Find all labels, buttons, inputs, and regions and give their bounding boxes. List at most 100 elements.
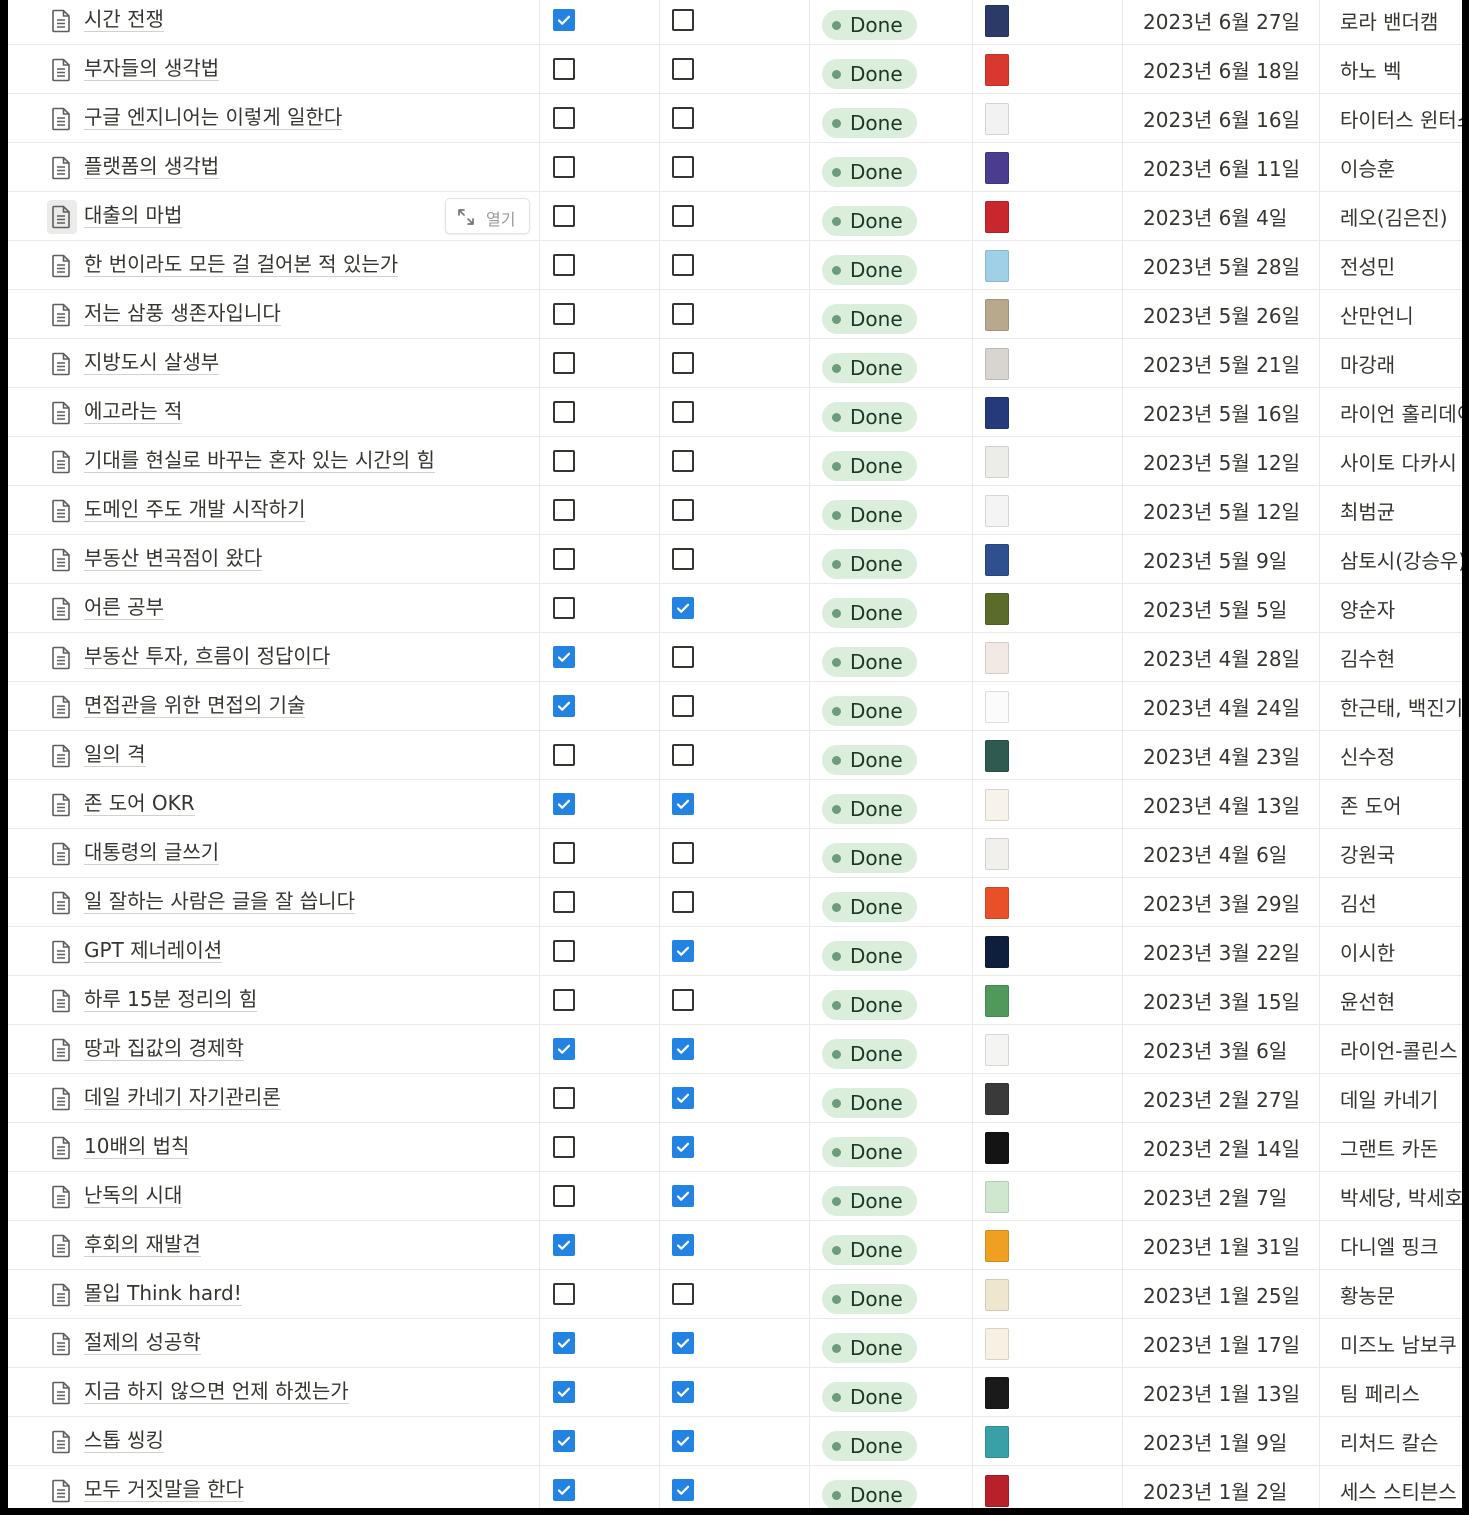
author-cell[interactable]: 하노 벡 xyxy=(1320,45,1462,93)
status-cell[interactable]: Done xyxy=(810,241,973,289)
status-cell[interactable]: Done xyxy=(810,1025,973,1073)
title-cell[interactable]: 구글 엔지니어는 이렇게 일한다 xyxy=(8,94,540,142)
title-cell[interactable]: 스톱 씽킹 xyxy=(8,1417,540,1465)
cover-cell[interactable] xyxy=(973,1368,1123,1416)
cover-cell[interactable] xyxy=(973,633,1123,681)
page-title[interactable]: 한 번이라도 모든 걸 걸어본 적 있는가 xyxy=(84,252,399,277)
author-cell[interactable]: 타이터스 윈터스 xyxy=(1320,94,1462,142)
author-cell[interactable]: 다니엘 핑크 xyxy=(1320,1221,1462,1269)
cover-cell[interactable] xyxy=(973,1025,1123,1073)
checkbox-1[interactable] xyxy=(553,793,575,815)
checkbox-2[interactable] xyxy=(672,303,694,325)
checkbox-2[interactable] xyxy=(672,9,694,31)
page-title[interactable]: 저는 삼풍 생존자입니다 xyxy=(84,301,281,326)
checkbox-1[interactable] xyxy=(553,303,575,325)
book-cover-thumbnail[interactable] xyxy=(985,495,1009,527)
author-cell[interactable]: 산만언니 xyxy=(1320,290,1462,338)
date-cell[interactable]: 2023년 3월 22일 xyxy=(1123,927,1320,975)
title-cell[interactable]: 기대를 현실로 바꾸는 혼자 있는 시간의 힘 xyxy=(8,437,540,485)
status-cell[interactable]: Done xyxy=(810,731,973,779)
book-cover-thumbnail[interactable] xyxy=(985,1426,1009,1458)
status-cell[interactable]: Done xyxy=(810,290,973,338)
status-cell[interactable]: Done xyxy=(810,45,973,93)
title-cell[interactable]: 지방도시 살생부 xyxy=(8,339,540,387)
checkbox-2[interactable] xyxy=(672,1136,694,1158)
page-icon[interactable] xyxy=(50,401,72,425)
cover-cell[interactable] xyxy=(973,339,1123,387)
author-cell[interactable]: 사이토 다카시 xyxy=(1320,437,1462,485)
title-cell[interactable]: 일의 격 xyxy=(8,731,540,779)
table-row[interactable]: 어른 공부 Done 2023년 5월 5일 양순자 xyxy=(8,584,1462,633)
page-icon[interactable] xyxy=(50,1185,72,1209)
status-cell[interactable]: Done xyxy=(810,1270,973,1318)
status-cell[interactable]: Done xyxy=(810,143,973,191)
author-cell[interactable]: 로라 밴더캠 xyxy=(1320,0,1462,44)
date-cell[interactable]: 2023년 1월 13일 xyxy=(1123,1368,1320,1416)
page-icon[interactable] xyxy=(50,254,72,278)
table-row[interactable]: 대출의 마법 열기 Done 2023년 6월 4일 레오(김은진) xyxy=(8,192,1462,241)
page-title[interactable]: 존 도어 OKR xyxy=(84,791,195,816)
page-icon[interactable] xyxy=(50,303,72,327)
table-row[interactable]: 구글 엔지니어는 이렇게 일한다 Done 2023년 6월 16일 타이터스 윈터스 xyxy=(8,94,1462,143)
status-cell[interactable]: Done xyxy=(810,1221,973,1269)
date-cell[interactable]: 2023년 5월 5일 xyxy=(1123,584,1320,632)
status-cell[interactable]: Done xyxy=(810,1172,973,1220)
checkbox-2[interactable] xyxy=(672,548,694,570)
status-cell[interactable]: Done xyxy=(810,192,973,240)
cover-cell[interactable] xyxy=(973,143,1123,191)
page-title[interactable]: 절제의 성공학 xyxy=(84,1330,201,1355)
author-cell[interactable]: 미즈노 남보쿠 xyxy=(1320,1319,1462,1367)
cover-cell[interactable] xyxy=(973,976,1123,1024)
date-cell[interactable]: 2023년 5월 12일 xyxy=(1123,437,1320,485)
table-row[interactable]: 존 도어 OKR Done 2023년 4월 13일 존 도어 xyxy=(8,780,1462,829)
checkbox-1[interactable] xyxy=(553,58,575,80)
table-row[interactable]: 땅과 집값의 경제학 Done 2023년 3월 6일 라이언-콜린스 xyxy=(8,1025,1462,1074)
status-cell[interactable]: Done xyxy=(810,0,973,44)
book-cover-thumbnail[interactable] xyxy=(985,299,1009,331)
page-icon[interactable] xyxy=(50,156,72,180)
table-row[interactable]: 부동산 변곡점이 왔다 Done 2023년 5월 9일 삼토시(강승우) xyxy=(8,535,1462,584)
checkbox-2[interactable] xyxy=(672,156,694,178)
checkbox-1[interactable] xyxy=(553,1038,575,1060)
date-cell[interactable]: 2023년 6월 4일 xyxy=(1123,192,1320,240)
cover-cell[interactable] xyxy=(973,1466,1123,1508)
cover-cell[interactable] xyxy=(973,1270,1123,1318)
page-title[interactable]: 기대를 현실로 바꾸는 혼자 있는 시간의 힘 xyxy=(84,448,435,473)
book-cover-thumbnail[interactable] xyxy=(985,936,1009,968)
title-cell[interactable]: 몰입 Think hard! xyxy=(8,1270,540,1318)
checkbox-2[interactable] xyxy=(672,989,694,1011)
author-cell[interactable]: 그랜트 카돈 xyxy=(1320,1123,1462,1171)
table-row[interactable]: 에고라는 적 Done 2023년 5월 16일 라이언 홀리데이 xyxy=(8,388,1462,437)
page-icon[interactable] xyxy=(50,107,72,131)
date-cell[interactable]: 2023년 6월 16일 xyxy=(1123,94,1320,142)
checkbox-1[interactable] xyxy=(553,646,575,668)
table-row[interactable]: 부동산 투자, 흐름이 정답이다 Done 2023년 4월 28일 김수현 xyxy=(8,633,1462,682)
cover-cell[interactable] xyxy=(973,1074,1123,1122)
table-row[interactable]: 일 잘하는 사람은 글을 잘 씁니다 Done 2023년 3월 29일 김선 xyxy=(8,878,1462,927)
page-title[interactable]: 대출의 마법 xyxy=(84,203,183,228)
page-icon[interactable] xyxy=(50,352,72,376)
page-icon[interactable] xyxy=(50,58,72,82)
page-icon[interactable] xyxy=(50,1087,72,1111)
title-cell[interactable]: 면접관을 위한 면접의 기술 xyxy=(8,682,540,730)
page-icon[interactable] xyxy=(50,1332,72,1356)
page-icon[interactable] xyxy=(50,1234,72,1258)
title-cell[interactable]: 지금 하지 않으면 언제 하겠는가 xyxy=(8,1368,540,1416)
status-cell[interactable]: Done xyxy=(810,682,973,730)
table-row[interactable]: 면접관을 위한 면접의 기술 Done 2023년 4월 24일 한근태, 백진기 xyxy=(8,682,1462,731)
checkbox-1[interactable] xyxy=(553,548,575,570)
date-cell[interactable]: 2023년 5월 21일 xyxy=(1123,339,1320,387)
table-row[interactable]: 한 번이라도 모든 걸 걸어본 적 있는가 Done 2023년 5월 28일 전성민 xyxy=(8,241,1462,290)
date-cell[interactable]: 2023년 5월 16일 xyxy=(1123,388,1320,436)
page-icon[interactable] xyxy=(50,499,72,523)
book-cover-thumbnail[interactable] xyxy=(985,593,1009,625)
cover-cell[interactable] xyxy=(973,486,1123,534)
book-cover-thumbnail[interactable] xyxy=(985,1230,1009,1262)
date-cell[interactable]: 2023년 4월 28일 xyxy=(1123,633,1320,681)
author-cell[interactable]: 리처드 칼슨 xyxy=(1320,1417,1462,1465)
cover-cell[interactable] xyxy=(973,1123,1123,1171)
table-row[interactable]: 지방도시 살생부 Done 2023년 5월 21일 마강래 xyxy=(8,339,1462,388)
title-cell[interactable]: 플랫폼의 생각법 xyxy=(8,143,540,191)
title-cell[interactable]: 부자들의 생각법 xyxy=(8,45,540,93)
author-cell[interactable]: 세스 스티븐스 xyxy=(1320,1466,1462,1508)
